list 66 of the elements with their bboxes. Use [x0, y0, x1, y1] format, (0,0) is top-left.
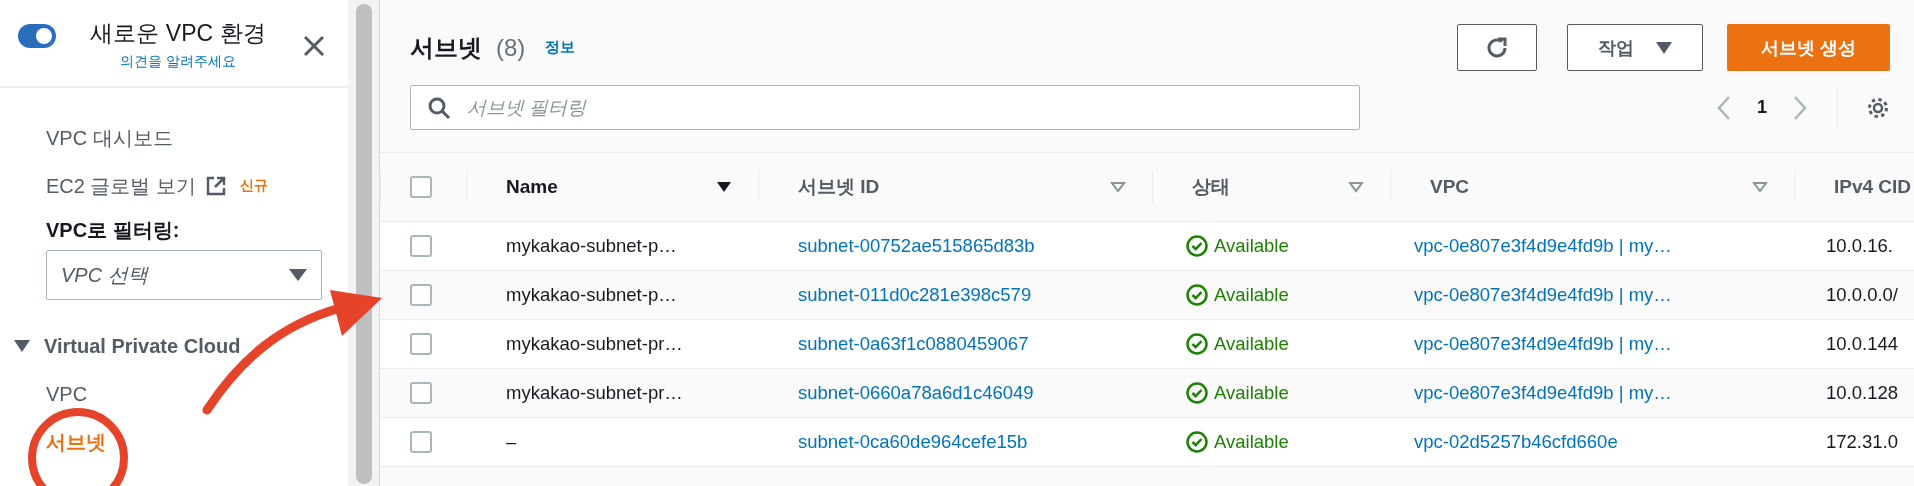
- subnet-name: mykakao-subnet-p…: [506, 284, 677, 306]
- create-subnet-button[interactable]: 서브넷 생성: [1727, 24, 1890, 71]
- vpc-select[interactable]: VPC 선택: [46, 250, 322, 300]
- page-title: 서브넷: [410, 32, 482, 63]
- status-text: Available: [1214, 333, 1289, 355]
- search-field[interactable]: 서브넷 필터링: [410, 85, 1360, 130]
- row-checkbox[interactable]: [410, 382, 432, 404]
- settings-button[interactable]: [1866, 95, 1890, 120]
- vpc-link[interactable]: vpc-0e807e3f4d9e4fd9b | my…: [1414, 284, 1672, 306]
- column-header[interactable]: IPv4 CID: [1834, 176, 1912, 198]
- ipv4-cidr: 172.31.0: [1826, 431, 1898, 453]
- sort-icon: [716, 181, 732, 193]
- caret-icon: [1656, 41, 1672, 54]
- column-header[interactable]: VPC: [1430, 176, 1470, 198]
- refresh-button[interactable]: [1457, 24, 1537, 71]
- external-link-icon: [206, 176, 227, 196]
- section-header[interactable]: Virtual Private Cloud: [14, 322, 348, 370]
- row-checkbox[interactable]: [410, 333, 432, 355]
- status-text: Available: [1214, 284, 1289, 306]
- nav-link[interactable]: VPC: [46, 370, 348, 418]
- subnet-name: mykakao-subnet-pr…: [506, 382, 683, 404]
- toggle-switch[interactable]: [18, 24, 56, 48]
- next-page-button[interactable]: [1793, 94, 1807, 121]
- info-link[interactable]: 정보: [545, 38, 576, 57]
- sort-icon: [1348, 181, 1364, 193]
- vpc-link[interactable]: vpc-0e807e3f4d9e4fd9b | my…: [1414, 382, 1672, 404]
- page-number[interactable]: 1: [1757, 97, 1767, 118]
- ipv4-cidr: 10.0.0.0/: [1826, 284, 1898, 306]
- subnet-id-link[interactable]: subnet-011d0c281e398c579: [798, 284, 1032, 306]
- filter-label: VPC로 필터링:: [46, 217, 181, 243]
- check-circle-icon: [1186, 235, 1208, 257]
- check-circle-icon: [1186, 284, 1208, 306]
- status-text: Available: [1214, 235, 1289, 257]
- subnet-name: mykakao-subnet-pr…: [506, 333, 683, 355]
- nav-link[interactable]: VPC 대시보드: [46, 114, 173, 162]
- item-count: (8): [496, 33, 526, 62]
- subnet-name: mykakao-subnet-p…: [506, 235, 677, 257]
- search-input[interactable]: 서브넷 필터링: [465, 95, 1343, 120]
- nav-link[interactable]: 서브넷: [46, 418, 348, 466]
- ipv4-cidr: 10.0.16.: [1826, 235, 1893, 257]
- row-checkbox[interactable]: [410, 235, 432, 257]
- check-circle-icon: [1186, 431, 1208, 453]
- column-header[interactable]: 상태: [1192, 174, 1230, 200]
- feedback-link[interactable]: 의견을 알려주세요: [120, 53, 236, 71]
- status-text: Available: [1214, 431, 1289, 453]
- check-circle-icon: [1186, 382, 1208, 404]
- check-circle-icon: [1186, 333, 1208, 355]
- select-all-checkbox[interactable]: [410, 176, 432, 198]
- caret-icon: [289, 269, 307, 281]
- panel-title: 새로운 VPC 환경: [90, 19, 266, 48]
- new-label: 신규: [240, 177, 269, 195]
- previous-page-button[interactable]: [1717, 94, 1731, 121]
- ipv4-cidr: 10.0.128: [1826, 382, 1898, 404]
- subnet-name: –: [506, 431, 517, 453]
- status-text: Available: [1214, 382, 1289, 404]
- row-checkbox[interactable]: [410, 431, 432, 453]
- ipv4-cidr: 10.0.144: [1826, 333, 1898, 355]
- sort-icon: [1752, 181, 1768, 193]
- column-header[interactable]: 서브넷 ID: [798, 174, 880, 200]
- nav-link[interactable]: EC2 글로벌 보기: [46, 162, 227, 210]
- search-icon: [427, 95, 451, 120]
- sort-icon: [1110, 181, 1126, 193]
- actions-button[interactable]: 작업: [1567, 24, 1703, 71]
- subnet-id-link[interactable]: subnet-0660a78a6d1c46049: [798, 382, 1034, 404]
- row-checkbox[interactable]: [410, 284, 432, 306]
- column-header[interactable]: Name: [506, 176, 558, 198]
